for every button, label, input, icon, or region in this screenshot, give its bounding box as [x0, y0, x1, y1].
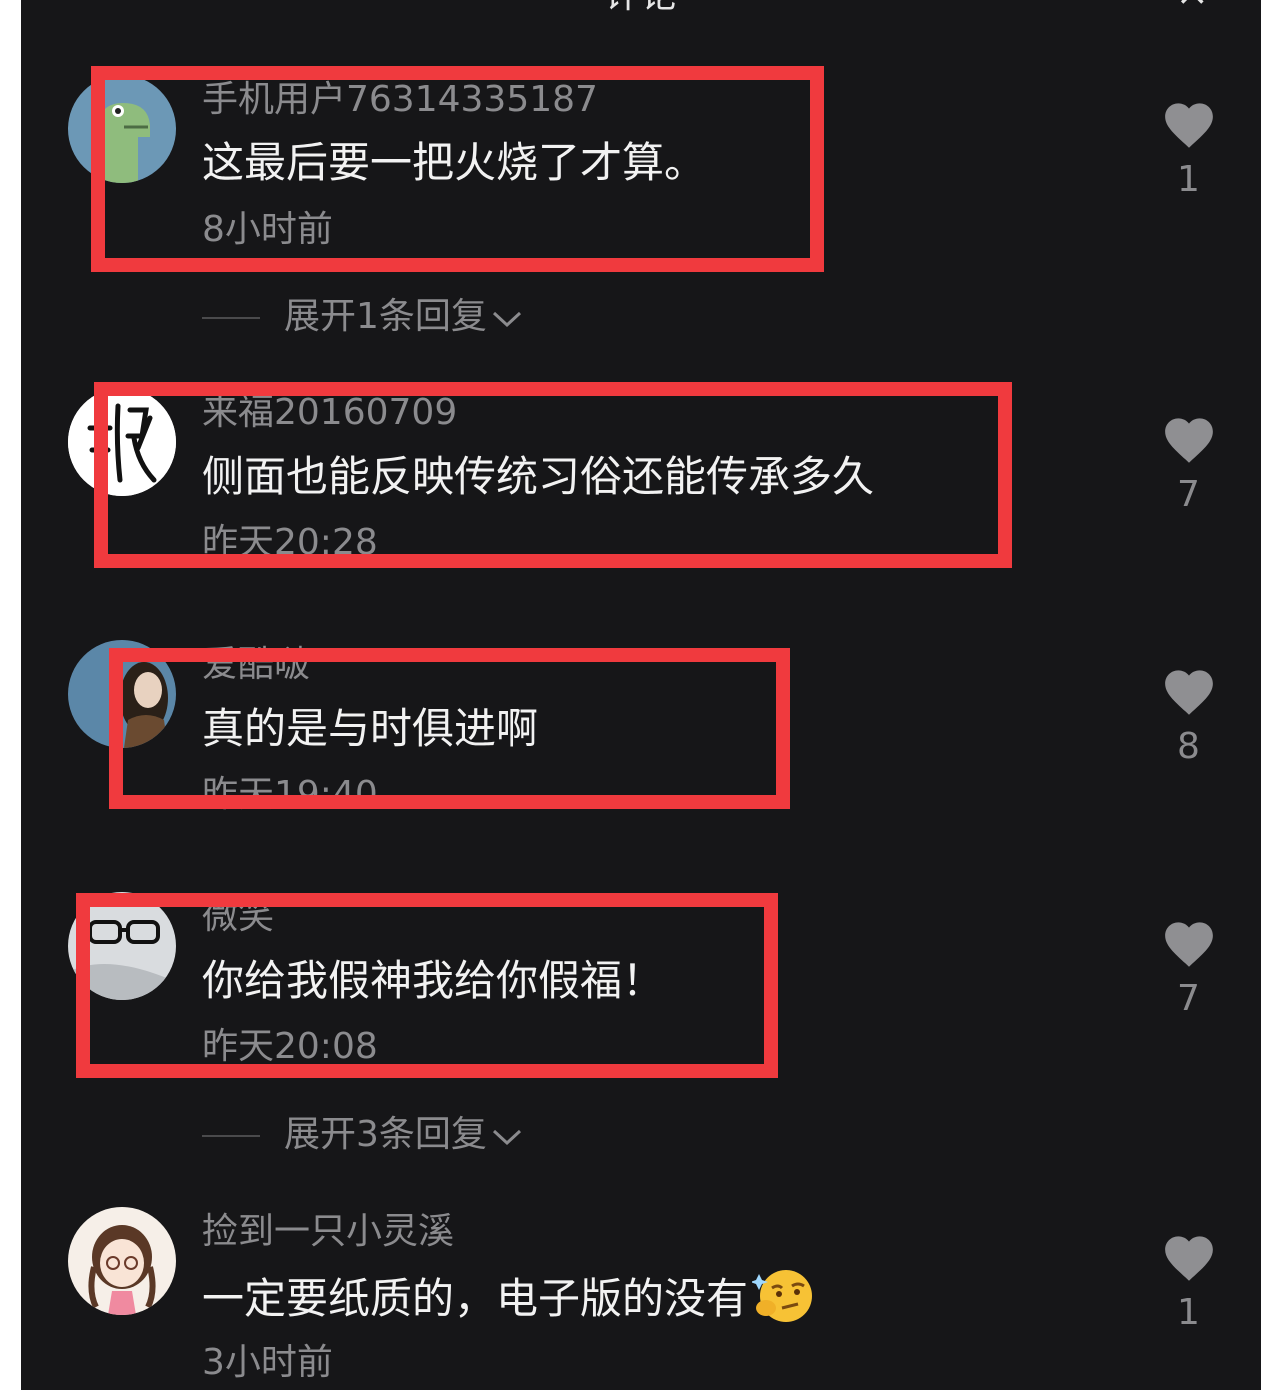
comment-text: 这最后要一把火烧了才算。: [202, 138, 707, 187]
girl-figure-avatar-icon: [68, 640, 176, 748]
comment-username[interactable]: 来福20160709: [202, 393, 457, 433]
heart-icon: [1164, 1236, 1213, 1281]
chevron-down-icon: [491, 298, 523, 338]
chevron-down-icon: [491, 1116, 523, 1156]
comment-text: 一定要纸质的，电子版的没有: [202, 1268, 816, 1335]
comment-item: 手机用户76314335187 这最后要一把火烧了才算。 8小时前 1 展开1条…: [21, 0, 1261, 340]
seal-character-avatar-icon: [68, 388, 176, 496]
avatar[interactable]: [68, 640, 176, 748]
divider-line: [202, 317, 260, 319]
avatar[interactable]: [68, 1207, 176, 1315]
comment-username[interactable]: 捡到一只小灵溪: [202, 1212, 454, 1252]
heart-icon: [1164, 670, 1213, 715]
glasses-avatar-icon: [68, 892, 176, 1000]
comment-text: 真的是与时俱进啊: [202, 704, 539, 753]
like-button[interactable]: 8: [1151, 667, 1226, 767]
expand-replies-button[interactable]: 展开3条回复: [202, 1115, 523, 1156]
expand-replies-label: 展开3条回复: [284, 1114, 487, 1155]
like-button[interactable]: 7: [1151, 415, 1226, 515]
heart-icon: [1164, 418, 1213, 463]
comment-text: 侧面也能反映传统习俗还能传承多久: [202, 452, 875, 501]
avatar[interactable]: [68, 388, 176, 496]
comment-username[interactable]: 微笑: [202, 897, 274, 937]
avatar[interactable]: [68, 892, 176, 1000]
comment-text-content: 一定要纸质的，电子版的没有: [202, 1274, 749, 1323]
divider-line: [202, 1135, 260, 1137]
like-button[interactable]: 1: [1151, 100, 1226, 200]
like-count: 7: [1177, 978, 1200, 1019]
comment-time: 昨天19:40: [202, 774, 378, 815]
like-count: 8: [1177, 726, 1200, 767]
expand-replies-button[interactable]: 展开1条回复: [202, 297, 523, 338]
like-button[interactable]: 1: [1151, 1233, 1226, 1333]
like-button[interactable]: 7: [1151, 919, 1226, 1019]
comment-text: 你给我假神我给你假福！: [202, 956, 665, 1005]
comment-username[interactable]: 手机用户76314335187: [202, 80, 598, 120]
cartoon-girl-avatar-icon: [68, 1207, 176, 1315]
dinosaur-avatar-icon: [68, 75, 176, 183]
comment-time: 昨天20:28: [202, 522, 378, 563]
comment-time: 昨天20:08: [202, 1026, 378, 1067]
like-count: 1: [1177, 1292, 1200, 1333]
avatar[interactable]: [68, 75, 176, 183]
comment-username[interactable]: 爱酷啵: [202, 645, 310, 685]
heart-icon: [1164, 922, 1213, 967]
thinking-face-emoji-icon: [750, 1268, 816, 1335]
like-count: 1: [1177, 159, 1200, 200]
comment-time: 3小时前: [202, 1342, 333, 1383]
comment-time: 8小时前: [202, 209, 333, 250]
heart-icon: [1164, 103, 1213, 148]
comments-panel: 评论 × 手机用户76314335187 这最后要一把火烧了才算。 8小时前 1…: [21, 0, 1261, 1390]
like-count: 7: [1177, 474, 1200, 515]
expand-replies-label: 展开1条回复: [284, 296, 487, 337]
